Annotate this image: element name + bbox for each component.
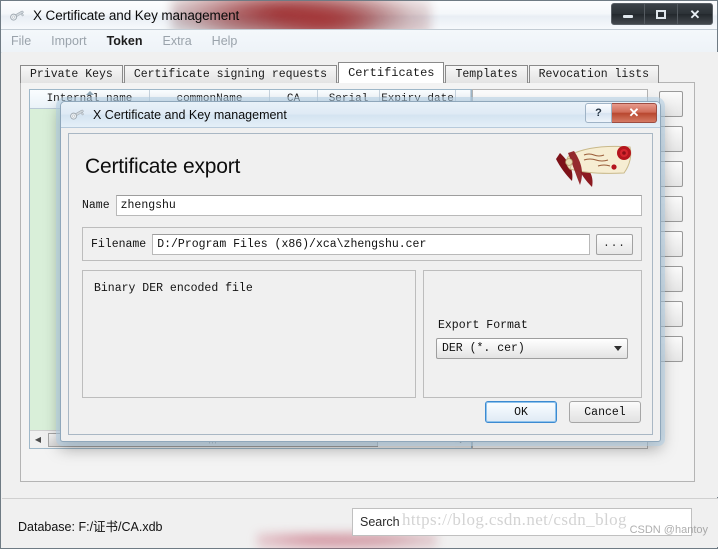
side-button-4[interactable] — [659, 196, 683, 222]
menu-item-extra[interactable]: Extra — [162, 34, 191, 48]
chevron-down-icon[interactable] — [609, 339, 627, 358]
side-button-8[interactable] — [659, 336, 683, 362]
database-path-label: Database: F:/证书/CA.xdb — [18, 520, 163, 534]
side-button-3[interactable] — [659, 161, 683, 187]
maximize-icon — [656, 9, 666, 19]
dialog-title-group: X Certificate and Key management — [69, 102, 287, 127]
dialog-footer: OK Cancel — [485, 401, 641, 423]
dialog-content: Certificate export Name zhengshu Filenam… — [68, 133, 653, 435]
tab-revocation-lists[interactable]: Revocation lists — [528, 65, 660, 83]
help-button[interactable]: ? — [585, 103, 612, 123]
filename-label: Filename — [91, 237, 147, 251]
main-title-group: X Certificate and Key management — [9, 1, 239, 29]
menu-item-file[interactable]: File — [11, 34, 31, 48]
screen-root: X Certificate and Key management ✕ File … — [0, 0, 718, 549]
browse-button[interactable]: ... — [596, 233, 633, 255]
close-icon: ✕ — [628, 105, 640, 120]
menu-item-token[interactable]: Token — [107, 34, 143, 48]
side-button-7[interactable] — [659, 301, 683, 327]
search-input[interactable]: Search — [352, 508, 692, 536]
format-description-panel: Binary DER encoded file — [82, 270, 416, 398]
dialog-window-controls: ? ✕ — [585, 103, 657, 123]
main-titlebar: X Certificate and Key management ✕ — [1, 1, 717, 30]
close-icon: ✕ — [689, 6, 701, 22]
dialog-titlebar: X Certificate and Key management ? ✕ — [61, 102, 660, 128]
main-window-title: X Certificate and Key management — [33, 7, 240, 23]
sort-ascending-icon — [85, 91, 94, 95]
tab-private-keys[interactable]: Private Keys — [20, 65, 123, 83]
dialog-close-button[interactable]: ✕ — [612, 103, 657, 123]
minimize-icon — [623, 15, 633, 18]
dialog-title: X Certificate and Key management — [93, 107, 287, 122]
page-title: Certificate export — [85, 155, 241, 178]
side-button-5[interactable] — [659, 231, 683, 257]
menu-item-import[interactable]: Import — [51, 34, 86, 48]
cancel-button[interactable]: Cancel — [569, 401, 641, 423]
format-description-text: Binary DER encoded file — [94, 282, 253, 295]
side-button-1[interactable] — [659, 91, 683, 117]
name-input[interactable]: zhengshu — [115, 194, 642, 216]
export-format-panel: Export Format DER (*. cer) — [423, 270, 642, 398]
name-label: Name — [82, 198, 110, 212]
side-button-2[interactable] — [659, 126, 683, 152]
key-icon — [9, 8, 26, 23]
export-format-select[interactable]: DER (*. cer) — [436, 338, 628, 359]
search-placeholder-label: Search — [360, 515, 400, 529]
key-icon — [69, 107, 86, 122]
close-button[interactable]: ✕ — [678, 4, 712, 24]
tab-certificates[interactable]: Certificates — [338, 62, 445, 83]
chevron-left-icon[interactable]: ◀ — [30, 432, 46, 448]
side-action-buttons — [659, 91, 689, 362]
side-button-6[interactable] — [659, 266, 683, 292]
certificate-scroll-icon — [554, 141, 638, 189]
export-format-label: Export Format — [438, 319, 528, 332]
menubar: File Import Token Extra Help — [1, 30, 717, 53]
ok-button[interactable]: OK — [485, 401, 557, 423]
minimize-button[interactable] — [612, 4, 645, 24]
certificate-export-dialog: X Certificate and Key management ? ✕ Cer… — [60, 101, 661, 442]
menu-item-help[interactable]: Help — [212, 34, 238, 48]
titlebar-background-photo-secondary — [263, 7, 383, 29]
tabstrip: Private Keys Certificate signing request… — [20, 62, 660, 83]
maximize-button[interactable] — [645, 4, 678, 24]
window-controls: ✕ — [611, 3, 713, 25]
export-format-value: DER (*. cer) — [442, 342, 525, 355]
filename-input[interactable]: D:/Program Files (x86)/xca\zhengshu.cer — [152, 233, 590, 255]
tab-certificate-signing-requests[interactable]: Certificate signing requests — [123, 65, 338, 83]
filename-group: Filename D:/Program Files (x86)/xca\zhen… — [82, 227, 642, 261]
tab-templates[interactable]: Templates — [445, 65, 528, 83]
name-row: Name zhengshu — [82, 194, 642, 216]
